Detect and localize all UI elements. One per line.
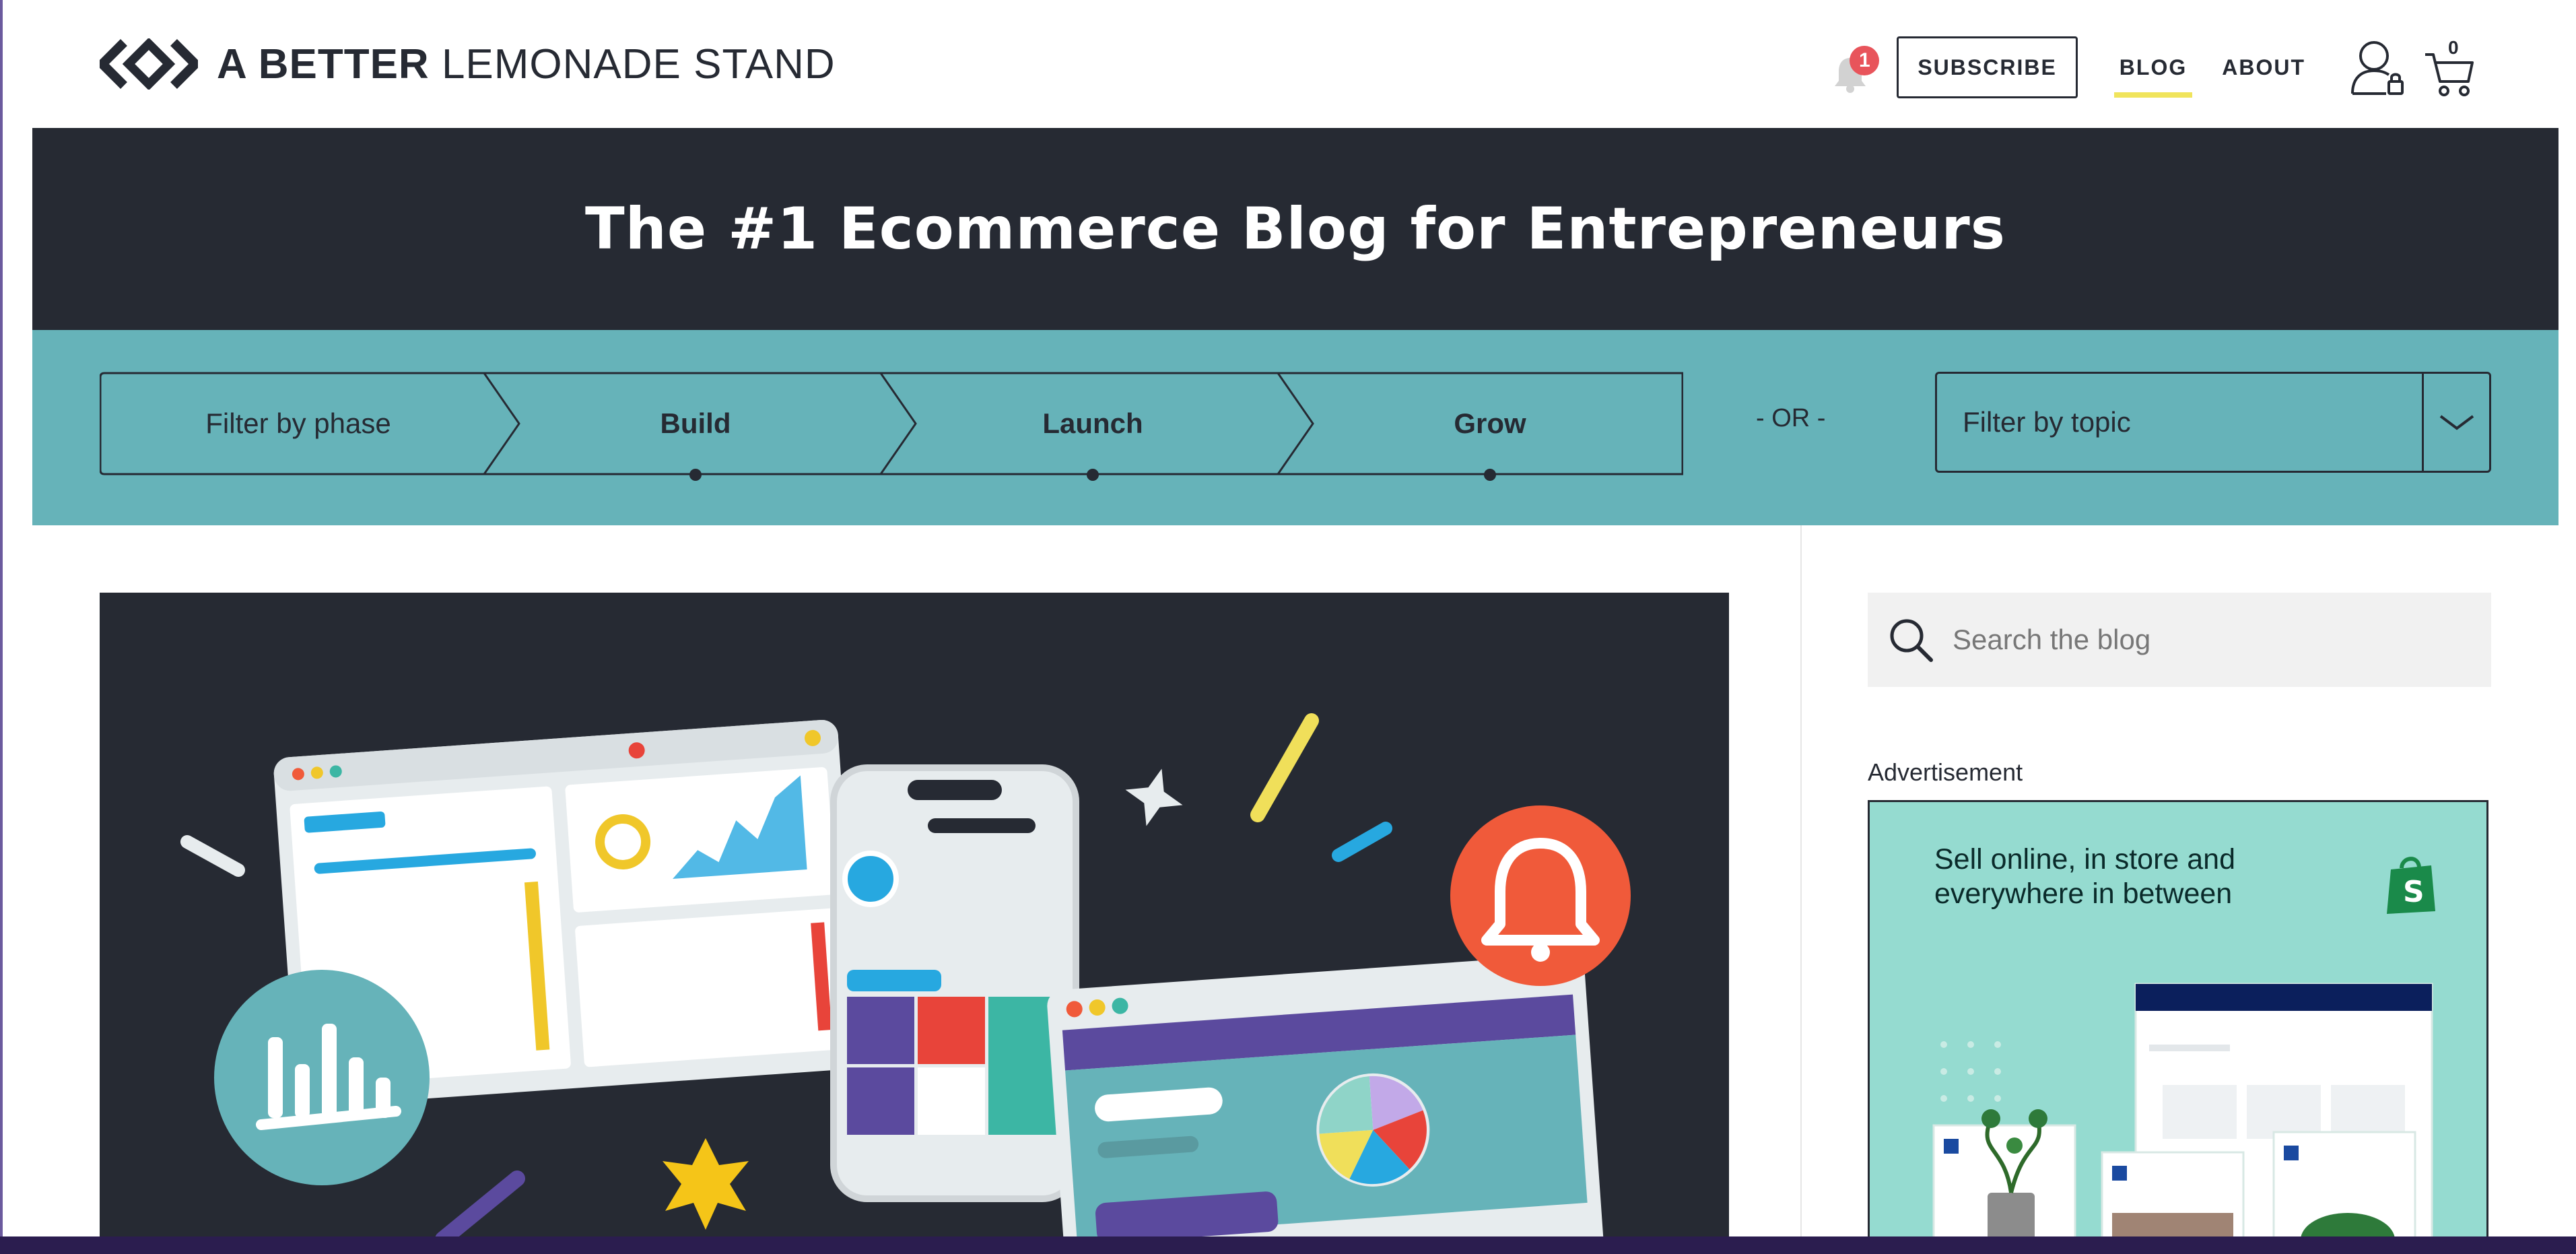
or-separator: - OR -	[1756, 404, 1826, 432]
page: A BETTER LEMONADE STAND 1 SUBSCRIBE BLOG…	[32, 0, 2558, 1236]
phase-launch[interactable]: Launch	[894, 372, 1291, 481]
notifications-button[interactable]: 1	[1829, 40, 1880, 94]
logo-mark-icon	[100, 38, 198, 90]
site-header: A BETTER LEMONADE STAND 1 SUBSCRIBE BLOG…	[32, 0, 2558, 128]
phase-grow[interactable]: Grow	[1291, 372, 1689, 481]
featured-post-image[interactable]	[100, 593, 1729, 1236]
topic-filter-select[interactable]: Filter by topic	[1935, 372, 2491, 473]
shopify-bag-icon: S	[2387, 857, 2435, 914]
logo-wordmark: A BETTER LEMONADE STAND	[217, 40, 836, 88]
phase-grow-dot	[1484, 469, 1496, 481]
browser-viewport: A BETTER LEMONADE STAND 1 SUBSCRIBE BLOG…	[0, 0, 2576, 1236]
blog-search[interactable]	[1868, 593, 2491, 687]
user-account-icon[interactable]	[2350, 37, 2404, 98]
advertisement-banner[interactable]: Sell online, in store and everywhere in …	[1868, 800, 2488, 1236]
ad-store-mockup-illustration	[1932, 983, 2433, 1236]
filter-band: Filter by phase Build Launch Grow - OR -…	[32, 330, 2558, 525]
subscribe-button[interactable]: SUBSCRIBE	[1897, 36, 2078, 98]
phase-launch-label: Launch	[1042, 407, 1143, 439]
phase-grow-label: Grow	[1454, 407, 1526, 439]
cart-icon	[2425, 53, 2474, 96]
phase-filter: Filter by phase Build Launch Grow	[100, 372, 1683, 481]
logo-text-bold: A BETTER	[217, 40, 430, 88]
phase-build-dot	[689, 469, 702, 481]
chevron-down-icon	[2439, 415, 2474, 430]
notification-badge: 1	[1850, 46, 1880, 75]
topic-filter-label: Filter by topic	[1963, 406, 2131, 438]
nav-link-blog[interactable]: BLOG	[2113, 42, 2193, 98]
filter-by-phase-label: Filter by phase	[205, 407, 391, 439]
ecommerce-dashboard-illustration	[100, 593, 1729, 1236]
svg-text:S: S	[2403, 875, 2425, 909]
content-divider	[1800, 525, 1802, 1236]
site-logo[interactable]: A BETTER LEMONADE STAND	[100, 34, 836, 94]
search-input[interactable]	[1953, 624, 2464, 656]
search-icon	[1890, 619, 1933, 662]
logo-text-light: LEMONADE STAND	[441, 40, 836, 88]
cart-button[interactable]: 0	[2424, 37, 2478, 98]
nav-link-about[interactable]: ABOUT	[2216, 42, 2311, 94]
ad-headline: Sell online, in store and everywhere in …	[1934, 843, 2236, 910]
main-nav: 1 SUBSCRIBE BLOG ABOUT 0	[1829, 34, 2478, 101]
page-title: The #1 Ecommerce Blog for Entrepreneurs	[585, 195, 2006, 263]
hero-banner: The #1 Ecommerce Blog for Entrepreneurs	[32, 128, 2558, 330]
topic-filter-toggle[interactable]	[2422, 374, 2489, 471]
advertisement-label: Advertisement	[1868, 758, 2023, 786]
phase-launch-dot	[1087, 469, 1099, 481]
phase-build-label: Build	[660, 407, 731, 439]
phase-build[interactable]: Build	[497, 372, 894, 481]
